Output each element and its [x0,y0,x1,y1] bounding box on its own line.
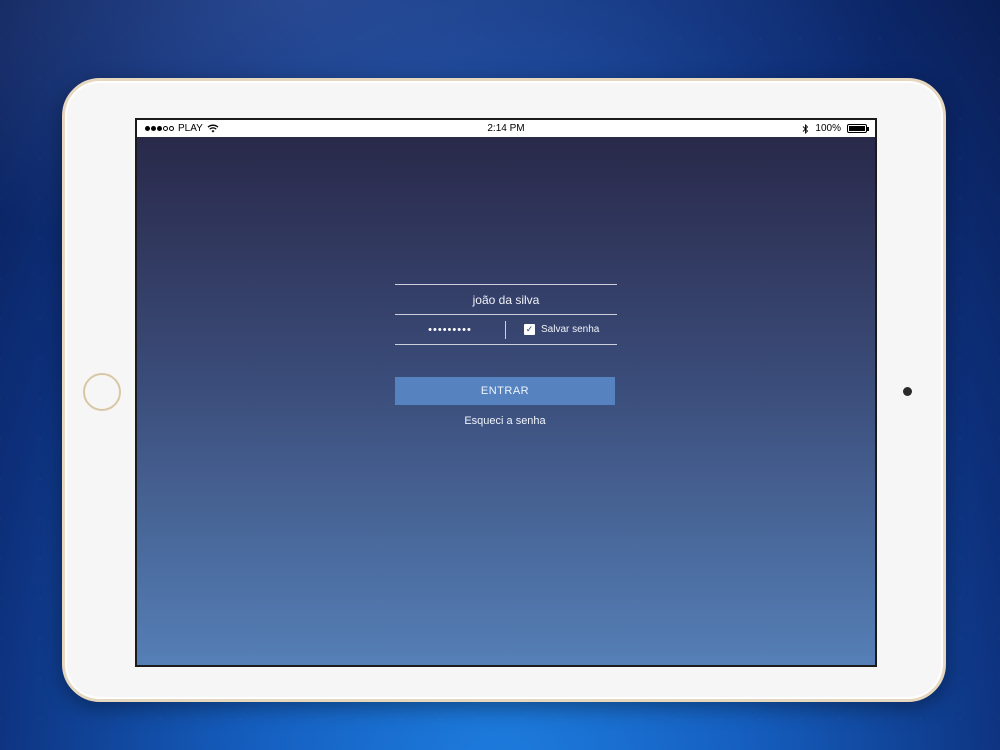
battery-icon [847,124,869,133]
enter-button[interactable]: ENTRAR [395,377,615,405]
status-time: 2:14 PM [487,123,525,134]
tablet-frame: PLAY 2:14 PM 100% joão da silva ••••••••… [62,78,946,702]
status-bar: PLAY 2:14 PM 100% [137,120,875,137]
password-row: ••••••••• ✓ Salvar senha [395,315,617,344]
username-input[interactable] [395,292,617,307]
carrier-label: PLAY [178,123,203,134]
username-row [395,285,617,314]
login-screen: ••••••••• ✓ Salvar senha ENTRAR Esqueci … [137,137,875,665]
battery-label: 100% [815,123,841,134]
camera-icon [903,387,912,396]
wifi-icon [207,124,219,133]
remember-password-toggle[interactable]: ✓ Salvar senha [524,324,599,335]
bluetooth-icon [803,123,809,134]
signal-dots-icon [145,126,174,131]
divider-bottom [395,344,617,345]
password-input[interactable]: ••••••••• [395,315,505,344]
login-form: ••••••••• ✓ Salvar senha [395,284,617,345]
tablet-screen: PLAY 2:14 PM 100% joão da silva ••••••••… [135,118,877,667]
home-button[interactable] [83,373,121,411]
status-right: 100% [802,123,869,134]
forgot-password-link[interactable]: Esqueci a senha [395,415,615,427]
check-icon[interactable]: ✓ [524,324,535,335]
status-left: PLAY [145,123,219,134]
remember-password-label: Salvar senha [541,324,600,335]
vertical-divider [505,320,506,339]
